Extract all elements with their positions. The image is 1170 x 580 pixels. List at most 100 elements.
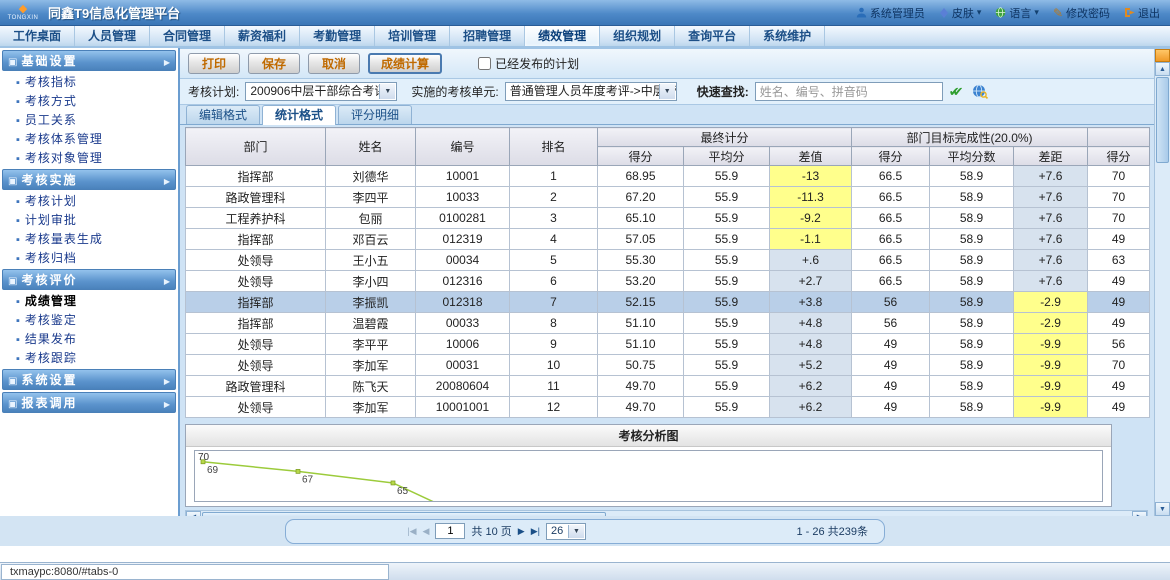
cell-score1: 55.30 bbox=[598, 250, 684, 271]
table-row[interactable]: 指挥部邓百云012319457.0555.9-1.166.558.9+7.649 bbox=[186, 229, 1150, 250]
vertical-scroll-thumb[interactable] bbox=[1156, 77, 1169, 163]
nav-tab-9[interactable]: 查询平台 bbox=[675, 26, 750, 46]
sidebar-item-label: 成绩管理 bbox=[25, 292, 77, 309]
confirm-check-icon[interactable]: ✔✔ bbox=[949, 84, 960, 100]
table-row[interactable]: 指挥部李振凯012318752.1555.9+3.85658.9-2.949 bbox=[186, 292, 1150, 313]
cell-score3: 49 bbox=[1088, 292, 1150, 313]
bullet-icon bbox=[16, 313, 20, 327]
unit-select[interactable]: 普通管理人员年度考评->中层管理人 bbox=[505, 82, 677, 101]
sidebar-item[interactable]: 成绩管理 bbox=[0, 291, 178, 310]
nav-tab-10[interactable]: 系统维护 bbox=[750, 26, 825, 46]
table-row[interactable]: 处领导李平平10006951.1055.9+4.84958.9-9.956 bbox=[186, 334, 1150, 355]
sidebar-item[interactable]: 考核方式 bbox=[0, 91, 178, 110]
sidebar-item[interactable]: 结果发布 bbox=[0, 329, 178, 348]
table-row[interactable]: 工程养护科包丽0100281365.1055.9-9.266.558.9+7.6… bbox=[186, 208, 1150, 229]
published-plan-label: 已经发布的计划 bbox=[495, 55, 579, 72]
scroll-up-button[interactable] bbox=[1155, 62, 1170, 76]
vertical-scrollbar[interactable] bbox=[1154, 49, 1170, 516]
nav-tab-0[interactable]: 工作桌面 bbox=[0, 26, 75, 46]
next-page-button[interactable] bbox=[518, 526, 525, 537]
cell-avg2: 58.9 bbox=[930, 250, 1014, 271]
quick-search-input[interactable] bbox=[755, 82, 943, 101]
first-page-button[interactable] bbox=[407, 526, 416, 537]
tab-edit-format[interactable]: 编辑格式 bbox=[186, 105, 260, 124]
table-row[interactable]: 处领导李加军000311050.7555.9+5.24958.9-9.970 bbox=[186, 355, 1150, 376]
sidebar-section-header[interactable]: 考核评价 bbox=[2, 269, 176, 290]
nav-tab-3[interactable]: 薪资福利 bbox=[225, 26, 300, 46]
calculate-score-button[interactable]: 成绩计算 bbox=[368, 53, 442, 74]
scroll-down-button[interactable] bbox=[1155, 502, 1170, 516]
cell-dept: 处领导 bbox=[186, 334, 326, 355]
sidebar-section-header[interactable]: 考核实施 bbox=[2, 169, 176, 190]
nav-tab-4[interactable]: 考勤管理 bbox=[300, 26, 375, 46]
skin-menu[interactable]: 皮肤 bbox=[939, 5, 982, 21]
table-row[interactable]: 处领导李加军100010011249.7055.9+6.24958.9-9.94… bbox=[186, 397, 1150, 418]
sidebar-item[interactable]: 考核跟踪 bbox=[0, 348, 178, 367]
cell-score3: 49 bbox=[1088, 376, 1150, 397]
svg-text:65: 65 bbox=[397, 486, 409, 497]
sidebar-item[interactable]: 考核鉴定 bbox=[0, 310, 178, 329]
cell-dept: 处领导 bbox=[186, 271, 326, 292]
sidebar-item[interactable]: 计划审批 bbox=[0, 210, 178, 229]
table-row[interactable]: 路政管理科李四平10033267.2055.9-11.366.558.9+7.6… bbox=[186, 187, 1150, 208]
cell-score3: 56 bbox=[1088, 334, 1150, 355]
table-row[interactable]: 处领导王小五00034555.3055.9+.666.558.9+7.663 bbox=[186, 250, 1150, 271]
sidebar-item[interactable]: 员工关系 bbox=[0, 110, 178, 129]
table-row[interactable]: 指挥部温碧霞00033851.1055.9+4.85658.9-2.949 bbox=[186, 313, 1150, 334]
tab-statistics-format[interactable]: 统计格式 bbox=[262, 105, 336, 125]
section-box-icon bbox=[8, 373, 17, 387]
nav-tab-7[interactable]: 绩效管理 bbox=[525, 26, 600, 46]
cell-name: 刘德华 bbox=[326, 166, 416, 187]
language-menu[interactable]: 语言 bbox=[995, 5, 1039, 21]
sidebar-item[interactable]: 考核计划 bbox=[0, 191, 178, 210]
change-password-link[interactable]: 修改密码 bbox=[1053, 5, 1110, 21]
nav-tab-2[interactable]: 合同管理 bbox=[150, 26, 225, 46]
cell-dept: 指挥部 bbox=[186, 229, 326, 250]
sidebar-item[interactable]: 考核体系管理 bbox=[0, 129, 178, 148]
nav-tab-1[interactable]: 人员管理 bbox=[75, 26, 150, 46]
cell-name: 李小四 bbox=[326, 271, 416, 292]
sidebar-item[interactable]: 考核量表生成 bbox=[0, 229, 178, 248]
sidebar-section-header[interactable]: 报表调用 bbox=[2, 392, 176, 413]
table-row[interactable]: 处领导李小四012316653.2055.9+2.766.558.9+7.649 bbox=[186, 271, 1150, 292]
cell-dept: 指挥部 bbox=[186, 292, 326, 313]
logout-icon bbox=[1124, 7, 1135, 18]
cell-score3: 70 bbox=[1088, 208, 1150, 229]
print-button[interactable]: 打印 bbox=[188, 53, 240, 74]
sidebar-item[interactable]: 考核对象管理 bbox=[0, 148, 178, 167]
cell-diff2: -2.9 bbox=[1014, 292, 1088, 313]
table-row[interactable]: 指挥部刘德华10001168.9555.9-1366.558.9+7.670 bbox=[186, 166, 1150, 187]
sidebar-item[interactable]: 考核指标 bbox=[0, 72, 178, 91]
panel-toggle-button[interactable] bbox=[1155, 49, 1170, 62]
cancel-button[interactable]: 取消 bbox=[308, 53, 360, 74]
tab-score-detail[interactable]: 评分明细 bbox=[338, 105, 412, 124]
prev-page-button[interactable] bbox=[423, 526, 430, 537]
sidebar-section-header[interactable]: 系统设置 bbox=[2, 369, 176, 390]
nav-tab-8[interactable]: 组织规划 bbox=[600, 26, 675, 46]
last-page-button[interactable] bbox=[531, 526, 540, 537]
cell-diff2: -9.9 bbox=[1014, 355, 1088, 376]
sidebar-item[interactable]: 考核归档 bbox=[0, 248, 178, 267]
cell-diff1: +2.7 bbox=[770, 271, 852, 292]
nav-tab-5[interactable]: 培训管理 bbox=[375, 26, 450, 46]
plan-select[interactable]: 200906中层干部综合考评 bbox=[245, 82, 397, 101]
status-url: txmaypc:8080/#tabs-0 bbox=[1, 564, 389, 580]
table-row[interactable]: 路政管理科陈飞天200806041149.7055.9+6.24958.9-9.… bbox=[186, 376, 1150, 397]
sidebar-section-label: 系统设置 bbox=[21, 371, 77, 388]
search-globe-icon[interactable] bbox=[972, 84, 988, 99]
cell-name: 陈飞天 bbox=[326, 376, 416, 397]
save-button[interactable]: 保存 bbox=[248, 53, 300, 74]
section-box-icon bbox=[8, 396, 17, 410]
published-plan-checkbox[interactable] bbox=[478, 57, 491, 70]
nav-tab-6[interactable]: 招聘管理 bbox=[450, 26, 525, 46]
column-header-rank: 排名 bbox=[510, 128, 598, 166]
current-user[interactable]: 系统管理员 bbox=[856, 5, 925, 21]
logout-link[interactable]: 退出 bbox=[1124, 5, 1160, 21]
page-size-select[interactable]: 26 bbox=[546, 523, 586, 540]
sidebar-section-header[interactable]: 基础设置 bbox=[2, 50, 176, 71]
cell-rank: 3 bbox=[510, 208, 598, 229]
sidebar-item-label: 考核跟踪 bbox=[25, 349, 77, 366]
cell-code: 0100281 bbox=[416, 208, 510, 229]
vertical-scroll-track[interactable] bbox=[1155, 164, 1170, 502]
page-number-input[interactable] bbox=[435, 523, 465, 539]
